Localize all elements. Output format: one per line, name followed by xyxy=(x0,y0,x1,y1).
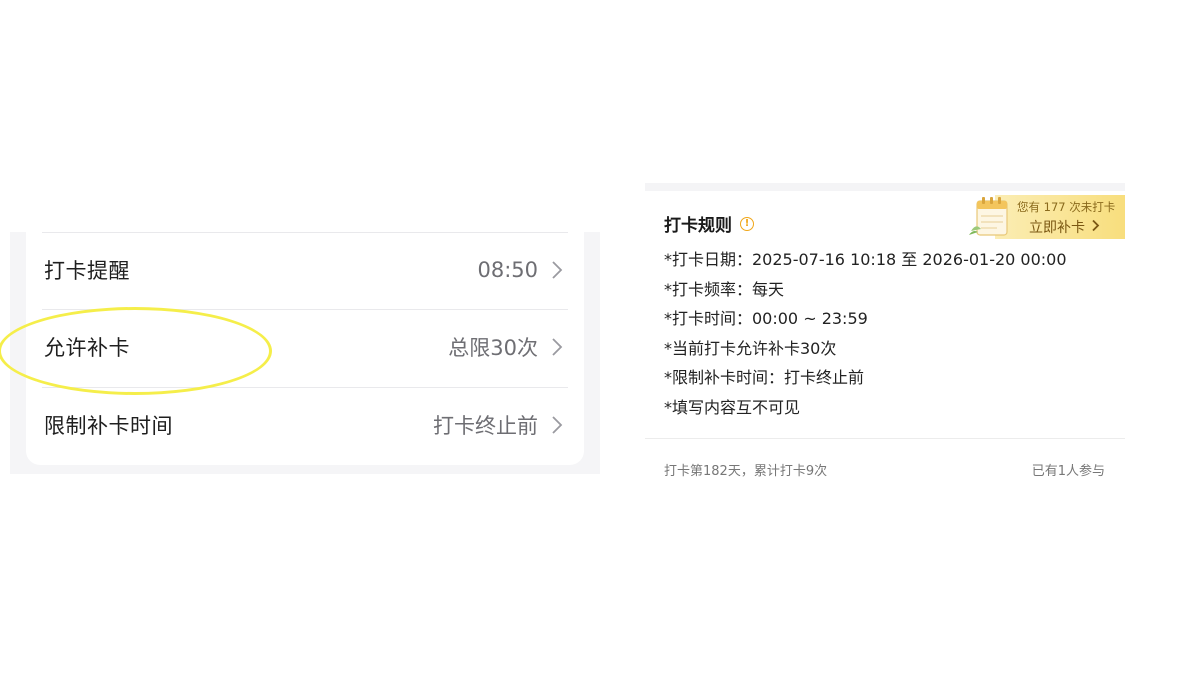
chevron-right-icon xyxy=(1091,219,1100,236)
rule-item: *限制补卡时间：打卡终止前 xyxy=(664,368,865,388)
makeup-time-limit-label: 限制补卡时间 xyxy=(44,414,173,438)
chevron-right-icon xyxy=(550,337,564,357)
rule-item: *打卡时间：00:00 ~ 23:59 xyxy=(664,309,868,329)
rule-item: *打卡频率：每天 xyxy=(664,279,785,299)
rule-item: *填写内容互不可见 xyxy=(664,397,801,417)
makeup-now-label: 立即补卡 xyxy=(1029,220,1085,236)
makeup-time-limit-value: 打卡终止前 xyxy=(433,414,538,438)
checkin-stats: 打卡第182天，累计打卡9次 xyxy=(664,464,828,479)
top-strip xyxy=(645,183,1125,191)
chevron-right-icon xyxy=(550,260,564,280)
makeup-banner[interactable]: 您有 177 次未打卡 立即补卡 xyxy=(965,195,1125,239)
allow-makeup-right: 总限30次 xyxy=(448,332,564,362)
participants-count: 已有1人参与 xyxy=(1031,464,1105,479)
settings-panel: 打卡提醒 08:50 允许补卡 总限30次 限制补卡时间 打卡终止前 xyxy=(10,232,600,474)
settings-card: 打卡提醒 08:50 允许补卡 总限30次 限制补卡时间 打卡终止前 xyxy=(26,232,584,465)
allow-makeup-label: 允许补卡 xyxy=(44,336,130,360)
checkin-reminder-value: 08:50 xyxy=(477,258,538,282)
rule-item: *当前打卡允许补卡30次 xyxy=(664,338,837,358)
missed-checkins-text: 您有 177 次未打卡 xyxy=(1017,200,1116,214)
allow-makeup-row[interactable]: 允许补卡 总限30次 xyxy=(26,309,584,385)
divider xyxy=(42,387,568,388)
makeup-now-link[interactable]: 立即补卡 xyxy=(1029,217,1100,237)
rules-list: *打卡日期：2025-07-16 10:18 至 2026-01-20 00:0… xyxy=(664,245,1067,423)
divider xyxy=(42,232,568,233)
checkin-reminder-label: 打卡提醒 xyxy=(44,259,130,283)
makeup-time-limit-row[interactable]: 限制补卡时间 打卡终止前 xyxy=(26,387,584,463)
checkin-reminder-right: 08:50 xyxy=(477,258,564,282)
divider xyxy=(42,309,568,310)
chevron-right-icon xyxy=(550,415,564,435)
calendar-icon xyxy=(965,195,1015,239)
makeup-time-limit-right: 打卡终止前 xyxy=(433,410,564,440)
rules-title: 打卡规则 xyxy=(664,216,732,236)
divider xyxy=(645,438,1125,439)
checkin-reminder-row[interactable]: 打卡提醒 08:50 xyxy=(26,232,584,308)
checkin-rules-card: 打卡规则 ! 您有 177 次未打卡 立即补卡 *打卡日期：2025-07-16… xyxy=(645,183,1125,493)
info-circle-icon[interactable]: ! xyxy=(740,216,754,231)
rule-item: *打卡日期：2025-07-16 10:18 至 2026-01-20 00:0… xyxy=(664,250,1067,269)
rules-heading: 打卡规则 ! xyxy=(664,211,754,236)
allow-makeup-value: 总限30次 xyxy=(448,336,538,360)
